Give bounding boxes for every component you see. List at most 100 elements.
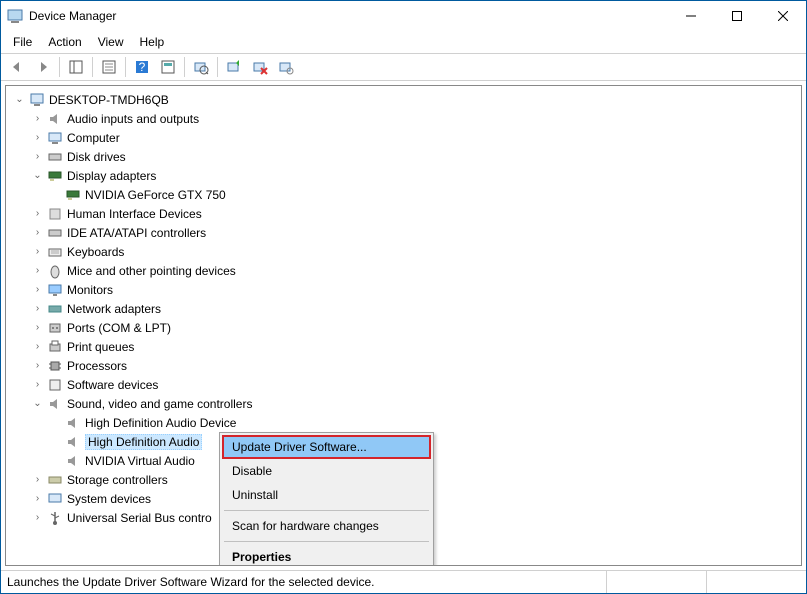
action-button[interactable] xyxy=(156,55,180,79)
tree-label: Processors xyxy=(67,359,127,373)
chevron-down-icon[interactable]: ⌄ xyxy=(30,168,45,183)
tree-label: Ports (COM & LPT) xyxy=(67,321,171,335)
chevron-right-icon[interactable]: › xyxy=(30,377,45,392)
svg-text:?: ? xyxy=(139,60,146,74)
tree-node[interactable]: › Keyboards xyxy=(8,242,799,261)
ctx-properties[interactable]: Properties xyxy=(222,545,431,566)
help-button[interactable]: ? xyxy=(130,55,154,79)
tree-node[interactable]: › Computer xyxy=(8,128,799,147)
chevron-right-icon[interactable]: › xyxy=(30,358,45,373)
tree-node[interactable]: › NVIDIA GeForce GTX 750 xyxy=(8,185,799,204)
chevron-right-icon[interactable]: › xyxy=(30,111,45,126)
uninstall-button[interactable] xyxy=(248,55,272,79)
tree-label: Display adapters xyxy=(67,169,156,183)
close-button[interactable] xyxy=(760,1,806,31)
ide-icon xyxy=(47,225,63,241)
chevron-right-icon[interactable]: › xyxy=(30,244,45,259)
tree-node[interactable]: › Disk drives xyxy=(8,147,799,166)
tree-node[interactable]: ⌄ Sound, video and game controllers xyxy=(8,394,799,413)
ctx-separator xyxy=(224,541,429,542)
tree-label: Sound, video and game controllers xyxy=(67,397,252,411)
chevron-right-icon[interactable]: › xyxy=(30,491,45,506)
chevron-right-icon[interactable]: › xyxy=(30,282,45,297)
toolbar-separator xyxy=(217,57,218,77)
speaker-icon xyxy=(47,111,63,127)
menu-file[interactable]: File xyxy=(5,33,40,51)
chevron-right-icon[interactable]: › xyxy=(30,339,45,354)
tree-label: Universal Serial Bus contro xyxy=(67,511,212,525)
ctx-separator xyxy=(224,510,429,511)
computer-icon xyxy=(47,130,63,146)
usb-icon xyxy=(47,510,63,526)
mouse-icon xyxy=(47,263,63,279)
tree-label: Monitors xyxy=(67,283,113,297)
display-adapter-icon xyxy=(65,187,81,203)
speaker-icon xyxy=(65,415,81,431)
menu-action[interactable]: Action xyxy=(40,33,89,51)
disable-button[interactable] xyxy=(274,55,298,79)
status-text: Launches the Update Driver Software Wiza… xyxy=(1,571,606,593)
tree-node-root[interactable]: ⌄ DESKTOP-TMDH6QB xyxy=(8,90,799,109)
window-title: Device Manager xyxy=(29,9,668,23)
tree-label: High Definition Audio xyxy=(85,434,202,450)
ctx-scan[interactable]: Scan for hardware changes xyxy=(222,514,431,538)
tree-node[interactable]: › Mice and other pointing devices xyxy=(8,261,799,280)
tree-node[interactable]: › Human Interface Devices xyxy=(8,204,799,223)
update-driver-button[interactable] xyxy=(222,55,246,79)
tree-node[interactable]: ⌄ Display adapters xyxy=(8,166,799,185)
tree-label: Network adapters xyxy=(67,302,161,316)
tree-node[interactable]: › Ports (COM & LPT) xyxy=(8,318,799,337)
chevron-right-icon[interactable]: › xyxy=(30,206,45,221)
maximize-button[interactable] xyxy=(714,1,760,31)
tree-node[interactable]: › Software devices xyxy=(8,375,799,394)
menu-help[interactable]: Help xyxy=(132,33,173,51)
chevron-right-icon[interactable]: › xyxy=(30,225,45,240)
chevron-right-icon[interactable]: › xyxy=(30,149,45,164)
toolbar: ? xyxy=(1,53,806,81)
show-hide-tree-button[interactable] xyxy=(64,55,88,79)
ctx-update-driver[interactable]: Update Driver Software... xyxy=(222,435,431,459)
tree-node[interactable]: › High Definition Audio Device xyxy=(8,413,799,432)
tree-label: Human Interface Devices xyxy=(67,207,202,221)
chevron-right-icon[interactable]: › xyxy=(30,510,45,525)
speaker-icon xyxy=(65,453,81,469)
tree-label: Storage controllers xyxy=(67,473,168,487)
port-icon xyxy=(47,320,63,336)
menu-view[interactable]: View xyxy=(90,33,132,51)
forward-button[interactable] xyxy=(31,55,55,79)
chevron-right-icon[interactable]: › xyxy=(30,130,45,145)
tree-node[interactable]: › Print queues xyxy=(8,337,799,356)
menu-bar: File Action View Help xyxy=(1,31,806,53)
chevron-down-icon[interactable]: ⌄ xyxy=(12,92,27,107)
scan-hardware-button[interactable] xyxy=(189,55,213,79)
hid-icon xyxy=(47,206,63,222)
tree-label: NVIDIA GeForce GTX 750 xyxy=(85,188,226,202)
ctx-uninstall[interactable]: Uninstall xyxy=(222,483,431,507)
processor-icon xyxy=(47,358,63,374)
chevron-down-icon[interactable]: ⌄ xyxy=(30,396,45,411)
tree-node[interactable]: › Processors xyxy=(8,356,799,375)
chevron-right-icon[interactable]: › xyxy=(30,472,45,487)
properties-button[interactable] xyxy=(97,55,121,79)
chevron-right-icon[interactable]: › xyxy=(30,320,45,335)
tree-node[interactable]: › Monitors xyxy=(8,280,799,299)
tree-label: Keyboards xyxy=(67,245,124,259)
tree-label: Mice and other pointing devices xyxy=(67,264,236,278)
tree-label: Computer xyxy=(67,131,120,145)
chevron-right-icon[interactable]: › xyxy=(30,301,45,316)
chevron-right-icon[interactable]: › xyxy=(30,263,45,278)
ctx-disable[interactable]: Disable xyxy=(222,459,431,483)
speaker-icon xyxy=(65,434,81,450)
tree-node[interactable]: › Audio inputs and outputs xyxy=(8,109,799,128)
tree-label: DESKTOP-TMDH6QB xyxy=(49,93,169,107)
toolbar-separator xyxy=(92,57,93,77)
context-menu: Update Driver Software... Disable Uninst… xyxy=(219,432,434,566)
tree-node[interactable]: › IDE ATA/ATAPI controllers xyxy=(8,223,799,242)
back-button[interactable] xyxy=(5,55,29,79)
monitor-icon xyxy=(47,282,63,298)
minimize-button[interactable] xyxy=(668,1,714,31)
tree-label: IDE ATA/ATAPI controllers xyxy=(67,226,206,240)
storage-icon xyxy=(47,472,63,488)
software-icon xyxy=(47,377,63,393)
tree-node[interactable]: › Network adapters xyxy=(8,299,799,318)
